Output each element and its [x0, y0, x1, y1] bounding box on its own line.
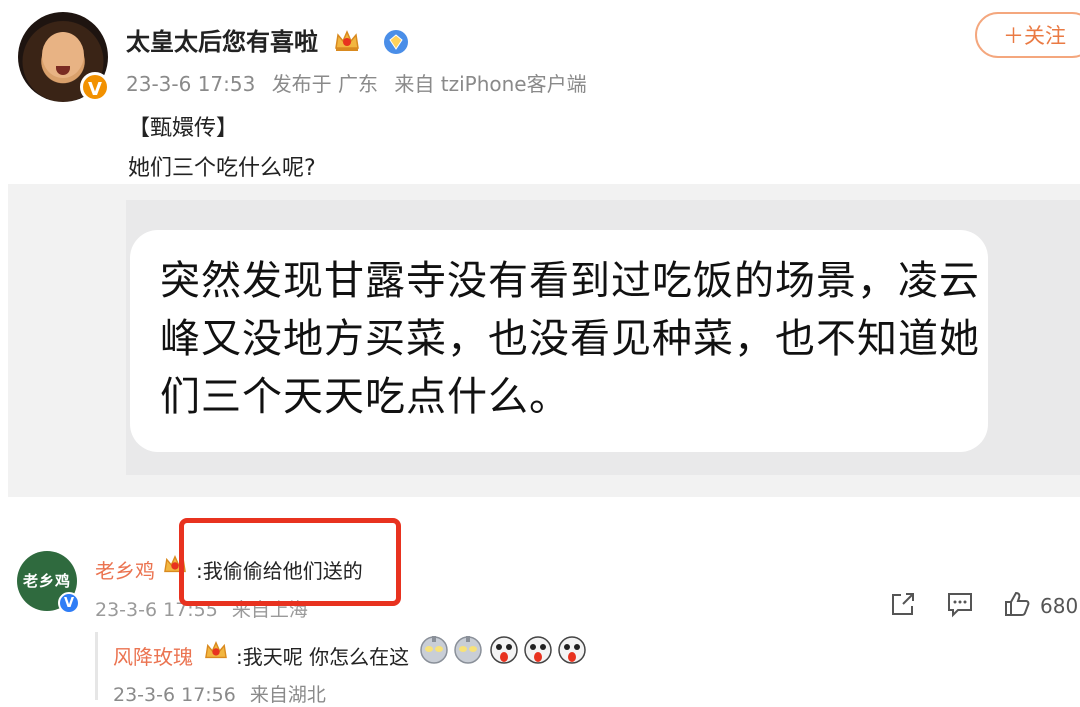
follow-button[interactable]: ＋关注	[975, 12, 1080, 58]
emoji-icon	[490, 636, 518, 664]
reply-text: :我天呢 你怎么在这	[236, 645, 410, 669]
like-count: 680	[1040, 594, 1079, 618]
reply-date: 23-3-6 17:56	[113, 684, 236, 706]
comment-author[interactable]: 老乡鸡	[95, 555, 155, 584]
post-body: 她们三个吃什么呢?	[128, 156, 316, 181]
reply-source: 来自湖北	[249, 684, 326, 706]
share-icon[interactable]	[889, 590, 917, 618]
emoji-icon	[524, 636, 552, 664]
emoji-icon	[454, 636, 482, 664]
verified-v-icon: V	[80, 72, 110, 102]
reply-divider	[95, 632, 98, 700]
post-tag[interactable]: 【甄嬛传】	[128, 110, 238, 142]
highlight-box	[179, 518, 401, 606]
vip-diamond-icon	[383, 30, 408, 54]
comment-icon[interactable]	[946, 590, 974, 618]
post-author[interactable]: 太皇太后您有喜啦	[126, 22, 409, 57]
verified-v-icon: V	[58, 592, 80, 614]
post-source: 来自 tziPhone客户端	[394, 72, 587, 96]
reply-meta: 23-3-6 17:56 来自湖北	[113, 680, 334, 707]
crown-icon	[335, 30, 360, 51]
emoji-icon	[420, 636, 448, 664]
image-text: 突然发现甘露寺没有看到过吃饭的场景，凌云峰又没地方买菜，也没看见种菜，也不知道她…	[160, 258, 980, 420]
post-date: 23-3-6 17:53	[126, 72, 256, 96]
thumbs-up-icon[interactable]	[1003, 590, 1031, 618]
post-location: 发布于 广东	[271, 72, 379, 96]
reply-author[interactable]: 风降玫瑰	[113, 641, 193, 670]
post-meta: 23-3-6 17:53 发布于 广东 来自 tziPhone客户端	[126, 68, 597, 97]
post-author-name[interactable]: 太皇太后您有喜啦	[126, 28, 318, 56]
crown-icon	[205, 641, 227, 659]
emoji-icon	[558, 636, 586, 664]
